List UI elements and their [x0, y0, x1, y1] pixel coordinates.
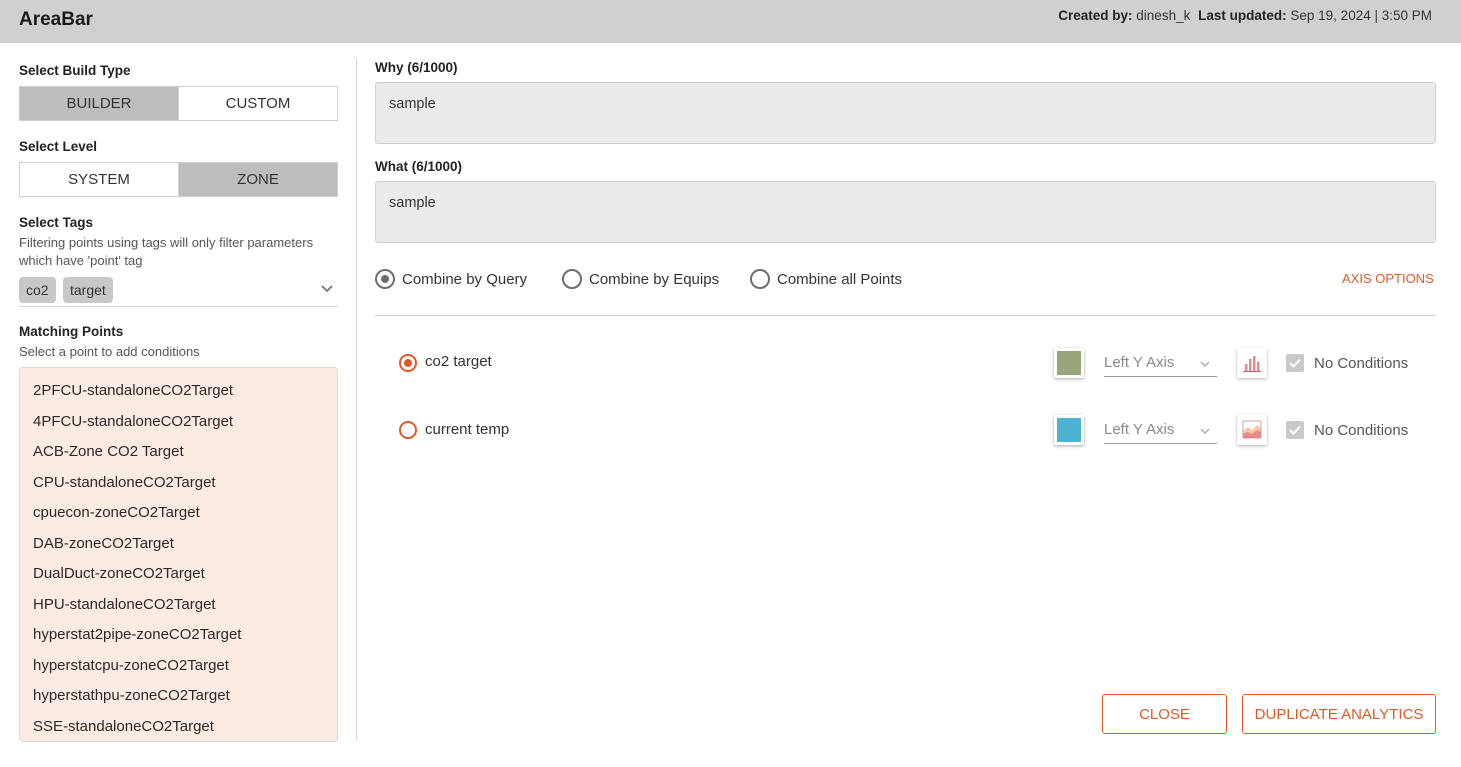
created-by-value: dinesh_k — [1136, 8, 1191, 23]
list-item[interactable]: cpuecon-zoneCO2Target — [33, 504, 200, 521]
page-title: AreaBar — [19, 9, 93, 30]
list-item[interactable]: hyperstathpu-zoneCO2Target — [33, 687, 230, 704]
matching-points-list[interactable]: 2PFCU-standaloneCO2Target 4PFCU-standalo… — [19, 367, 338, 742]
list-item[interactable]: 2PFCU-standaloneCO2Target — [33, 382, 233, 399]
axis-options-link[interactable]: AXIS OPTIONS — [1342, 271, 1434, 286]
list-item[interactable]: CPU-standaloneCO2Target — [33, 474, 216, 491]
why-textarea[interactable]: sample — [375, 82, 1436, 144]
combine-by-equips-radio[interactable]: Combine by Equips — [562, 269, 719, 289]
list-item[interactable]: 4PFCU-standaloneCO2Target — [33, 413, 233, 430]
series-select-radio[interactable] — [399, 354, 417, 372]
created-by-label: Created by: — [1058, 8, 1133, 23]
last-updated-label: Last updated: — [1198, 8, 1287, 23]
why-label: Why (6/1000) — [375, 60, 458, 75]
custom-option[interactable]: CUSTOM — [178, 87, 337, 120]
radio-circle — [750, 269, 770, 289]
list-item[interactable]: HPU-standaloneCO2Target — [33, 596, 216, 613]
level-label: Select Level — [19, 139, 98, 154]
series-name: co2 target — [425, 353, 492, 370]
chevron-down-icon — [1200, 361, 1210, 368]
conditions-label: No Conditions — [1314, 422, 1409, 439]
list-item[interactable]: SSE-standaloneCO2Target — [33, 718, 214, 735]
builder-option[interactable]: BUILDER — [20, 87, 178, 120]
system-option[interactable]: SYSTEM — [20, 163, 178, 196]
tag-chip[interactable]: co2 — [19, 277, 56, 303]
zone-option[interactable]: ZONE — [178, 163, 337, 196]
radio-circle — [562, 269, 582, 289]
list-item[interactable]: hyperstat2pipe-zoneCO2Target — [33, 626, 241, 643]
axis-select-value: Left Y Axis — [1104, 354, 1175, 371]
tags-label: Select Tags — [19, 215, 94, 230]
no-conditions-checkbox[interactable] — [1286, 421, 1304, 439]
radio-label: Combine all Points — [777, 270, 903, 288]
build-type-toggle: BUILDER CUSTOM — [19, 86, 338, 121]
build-type-label: Select Build Type — [19, 63, 131, 78]
tags-select[interactable]: co2 target — [19, 276, 338, 307]
list-item[interactable]: DAB-zoneCO2Target — [33, 535, 174, 552]
last-updated-value: Sep 19, 2024 | 3:50 PM — [1290, 8, 1432, 23]
bar-chart-icon[interactable] — [1237, 348, 1267, 378]
list-item[interactable]: hyperstatcpu-zoneCO2Target — [33, 657, 229, 674]
chevron-down-icon — [1200, 428, 1210, 435]
chevron-down-icon[interactable] — [320, 281, 334, 295]
area-chart-icon[interactable] — [1237, 415, 1267, 445]
horizontal-divider — [375, 315, 1436, 316]
matching-points-help: Select a point to add conditions — [19, 344, 200, 359]
color-swatch[interactable] — [1054, 415, 1084, 445]
combine-all-points-radio[interactable]: Combine all Points — [750, 269, 902, 289]
what-textarea[interactable]: sample — [375, 181, 1436, 243]
close-button[interactable]: CLOSE — [1102, 694, 1227, 734]
vertical-divider — [356, 58, 357, 741]
list-item[interactable]: DualDuct-zoneCO2Target — [33, 565, 205, 582]
axis-select[interactable]: Left Y Axis — [1104, 353, 1217, 377]
series-select-radio[interactable] — [399, 421, 417, 439]
no-conditions-checkbox[interactable] — [1286, 354, 1304, 372]
level-toggle: SYSTEM ZONE — [19, 162, 338, 197]
top-bar: AreaBar Created by: dinesh_k Last update… — [0, 0, 1461, 43]
axis-select[interactable]: Left Y Axis — [1104, 420, 1217, 444]
conditions-label: No Conditions — [1314, 355, 1409, 372]
combine-by-query-radio[interactable]: Combine by Query — [375, 269, 527, 289]
axis-select-value: Left Y Axis — [1104, 421, 1175, 438]
radio-circle — [375, 269, 395, 289]
series-name: current temp — [425, 421, 510, 438]
color-swatch[interactable] — [1054, 348, 1084, 378]
list-item[interactable]: ACB-Zone CO2 Target — [33, 443, 184, 460]
radio-label: Combine by Equips — [589, 270, 720, 288]
radio-label: Combine by Query — [402, 270, 528, 288]
tags-help-text: Filtering points using tags will only fi… — [19, 235, 314, 268]
what-label: What (6/1000) — [375, 159, 463, 174]
meta-info: Created by: dinesh_k Last updated: Sep 1… — [1058, 8, 1436, 23]
matching-points-label: Matching Points — [19, 324, 124, 339]
tag-chip[interactable]: target — [63, 277, 113, 303]
duplicate-analytics-button[interactable]: DUPLICATE ANALYTICS — [1242, 694, 1436, 734]
